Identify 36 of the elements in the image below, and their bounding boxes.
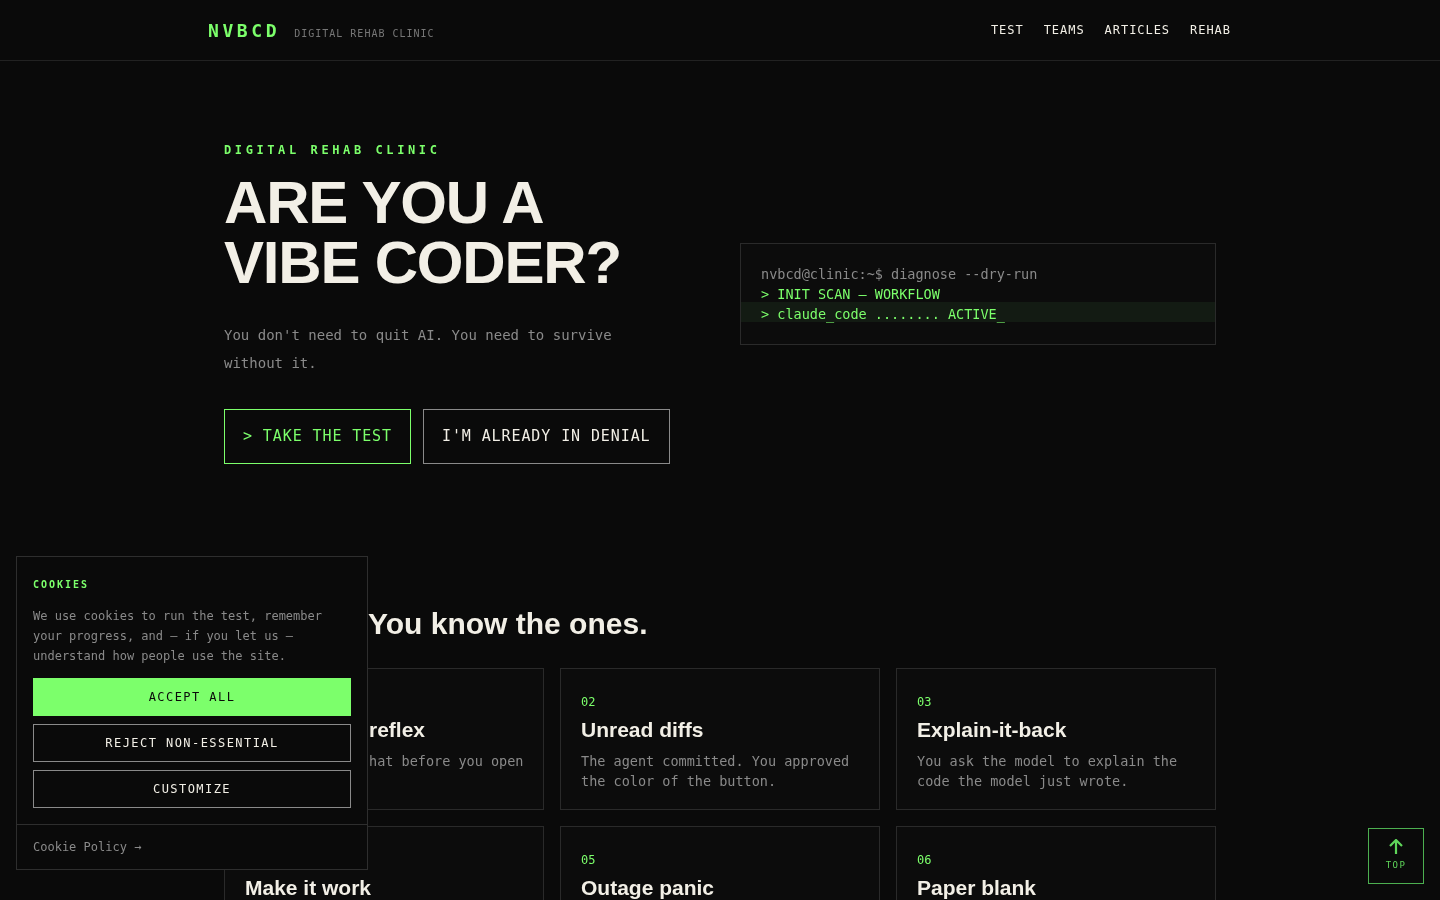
up-arrow-icon (1389, 839, 1403, 856)
card-number: 06 (917, 853, 932, 867)
customize-button[interactable]: CUSTOMIZE (33, 770, 351, 808)
card-number: 02 (581, 695, 596, 709)
card-number: 05 (581, 853, 596, 867)
nav-link[interactable]: ARTICLES (1104, 21, 1171, 39)
card-title: Unread diffs (581, 717, 705, 743)
card-title: Paper blank (917, 875, 1038, 900)
terminal-line: > claude_code ........ ACTIVE_ (761, 305, 1006, 324)
card-title: Outage panic (581, 875, 716, 900)
cookie-title: COOKIES (33, 578, 91, 592)
terminal-line: nvbcd@clinic:~$ diagnose --dry-run (761, 265, 1039, 284)
denial-button[interactable]: I'M ALREADY IN DENIAL (422, 409, 670, 464)
section-heading: You know the ones. (368, 606, 648, 642)
back-to-top-button[interactable]: TOP (1368, 828, 1424, 884)
accept-all-button[interactable]: ACCEPT ALL (33, 678, 351, 716)
reject-button[interactable]: REJECT NON-ESSENTIAL (33, 724, 351, 762)
nav-link[interactable]: TEST (990, 21, 1024, 39)
cookie-policy-link[interactable]: Cookie Policy → (33, 838, 142, 856)
cookie-text: We use cookies to run the test, remember your progress, and — if you let us — understand how people use the site. (33, 608, 323, 665)
hero-eyebrow: DIGITAL REHAB CLINIC (224, 142, 442, 159)
card-title: Make it work (245, 875, 373, 900)
card-number: 03 (917, 695, 932, 709)
take-test-button[interactable]: > TAKE THE TEST (224, 409, 411, 464)
card-description: hat before you open (369, 752, 523, 771)
logo-tagline: DIGITAL REHAB CLINIC (294, 26, 435, 41)
card-title: Explain-it-back (917, 717, 1068, 743)
hero-lead: You don't need to quit AI. You need to survive without it. (224, 326, 613, 373)
card-description: You ask the model to explain the code the model just wrote. (917, 752, 1179, 791)
nav-link[interactable]: TEAMS (1043, 21, 1085, 39)
terminal-line: > INIT SCAN — WORKFLOW (761, 285, 941, 304)
logo[interactable]: NVBCD (208, 16, 281, 44)
card-title: reflex (369, 717, 427, 743)
nav-link[interactable]: REHAB (1190, 21, 1231, 39)
hero-title: ARE YOU A VIBE CODER? (224, 173, 622, 293)
card-description: The agent committed. You approved the color of the button. (581, 752, 851, 791)
